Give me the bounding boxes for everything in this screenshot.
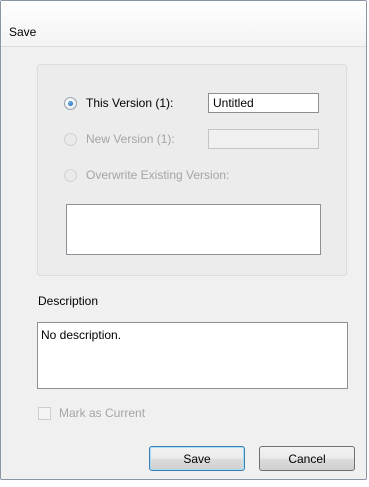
this-version-radio[interactable] bbox=[64, 96, 77, 110]
overwrite-option[interactable]: Overwrite Existing Version: bbox=[64, 166, 229, 184]
existing-versions-list[interactable] bbox=[66, 204, 321, 255]
this-version-option[interactable]: This Version (1): bbox=[64, 94, 173, 112]
dialog-title: Save bbox=[9, 25, 37, 39]
overwrite-radio[interactable] bbox=[64, 168, 77, 182]
version-options-group: This Version (1): New Version (1): Overw… bbox=[37, 64, 347, 276]
this-version-label: This Version (1): bbox=[86, 96, 174, 110]
save-button[interactable]: Save bbox=[149, 446, 245, 471]
new-version-name-input[interactable] bbox=[208, 129, 319, 149]
new-version-radio[interactable] bbox=[64, 132, 77, 146]
mark-as-current-checkbox[interactable] bbox=[38, 406, 51, 420]
description-textarea[interactable]: No description. bbox=[37, 322, 348, 389]
mark-as-current-option[interactable]: Mark as Current bbox=[38, 406, 145, 420]
save-dialog: Save This Version (1): New Version (1): … bbox=[0, 0, 367, 480]
mark-as-current-label: Mark as Current bbox=[59, 406, 146, 420]
title-bar[interactable]: Save bbox=[1, 1, 366, 47]
new-version-label: New Version (1): bbox=[86, 132, 175, 146]
overwrite-label: Overwrite Existing Version: bbox=[86, 168, 230, 182]
this-version-name-input[interactable] bbox=[208, 93, 319, 113]
new-version-option[interactable]: New Version (1): bbox=[64, 130, 175, 148]
cancel-button[interactable]: Cancel bbox=[259, 446, 355, 471]
description-label: Description bbox=[38, 294, 99, 308]
